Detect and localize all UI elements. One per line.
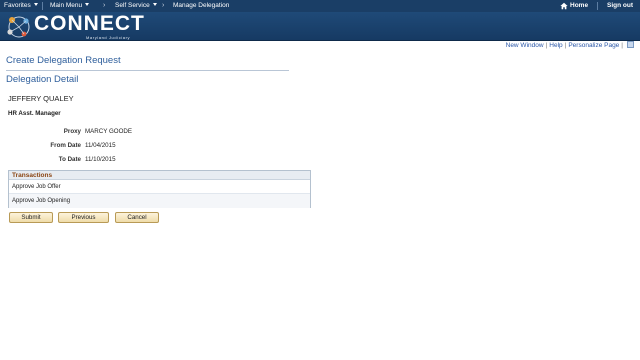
- manage-delegation-label: Manage Delegation: [173, 2, 230, 9]
- favorites-menu[interactable]: Favorites: [4, 0, 38, 12]
- from-date-label: From Date: [50, 142, 81, 149]
- top-navigation-bar: Favorites Main Menu › Self Service › Man…: [0, 0, 640, 12]
- transactions-header: Transactions: [9, 171, 310, 180]
- home-icon[interactable]: [560, 2, 568, 10]
- page-links: New Window | Help | Personalize Page |: [506, 41, 634, 51]
- self-service-label: Self Service: [115, 2, 150, 9]
- title-divider: [6, 70, 289, 71]
- proxy-value: MARCY GOODE: [85, 128, 132, 135]
- to-date-label: To Date: [58, 156, 81, 163]
- submit-button[interactable]: Submit: [9, 212, 53, 223]
- favorites-dropdown-icon: [33, 2, 38, 6]
- nav-divider: [597, 2, 598, 10]
- cancel-button[interactable]: Cancel: [115, 212, 159, 223]
- sign-out-link[interactable]: Sign out: [607, 0, 633, 12]
- previous-button[interactable]: Previous: [58, 212, 109, 223]
- logo-subtitle: Maryland Judiciary: [86, 35, 131, 40]
- self-service-dropdown-icon: [152, 2, 157, 6]
- new-window-link[interactable]: New Window: [506, 42, 544, 49]
- job-title: HR Asst. Manager: [8, 110, 61, 117]
- nav-divider: [42, 2, 43, 10]
- connect-logo-text: CONNECT: [34, 12, 145, 35]
- from-date-value: 11/04/2015: [85, 142, 116, 149]
- employee-name: JEFFERY QUALEY: [8, 94, 74, 103]
- section-title: Delegation Detail: [6, 74, 79, 85]
- table-row: Approve Job Opening: [9, 194, 310, 208]
- main-menu[interactable]: Main Menu: [50, 0, 90, 12]
- breadcrumb-manage-delegation[interactable]: Manage Delegation: [173, 0, 229, 12]
- transactions-grid: Transactions Approve Job Offer Approve J…: [8, 170, 311, 208]
- help-link[interactable]: Help: [549, 42, 562, 49]
- main-menu-dropdown-icon: [85, 2, 90, 6]
- home-link[interactable]: Home: [570, 0, 588, 12]
- connect-logo-icon: [7, 16, 30, 38]
- expand-page-icon[interactable]: [627, 41, 634, 48]
- link-separator: |: [564, 42, 567, 50]
- to-date-value: 11/10/2015: [85, 156, 116, 163]
- link-separator: |: [545, 42, 548, 50]
- table-row: Approve Job Offer: [9, 180, 310, 194]
- favorites-label: Favorites: [4, 2, 31, 9]
- breadcrumb-chevron-icon: ›: [103, 2, 106, 9]
- proxy-label: Proxy: [63, 128, 81, 135]
- breadcrumb-chevron-icon: ›: [162, 2, 165, 9]
- breadcrumb-self-service[interactable]: Self Service: [115, 0, 157, 12]
- personalize-page-link[interactable]: Personalize Page: [568, 42, 619, 49]
- link-separator: |: [621, 42, 623, 50]
- page-title: Create Delegation Request: [6, 55, 121, 66]
- main-menu-label: Main Menu: [50, 2, 83, 9]
